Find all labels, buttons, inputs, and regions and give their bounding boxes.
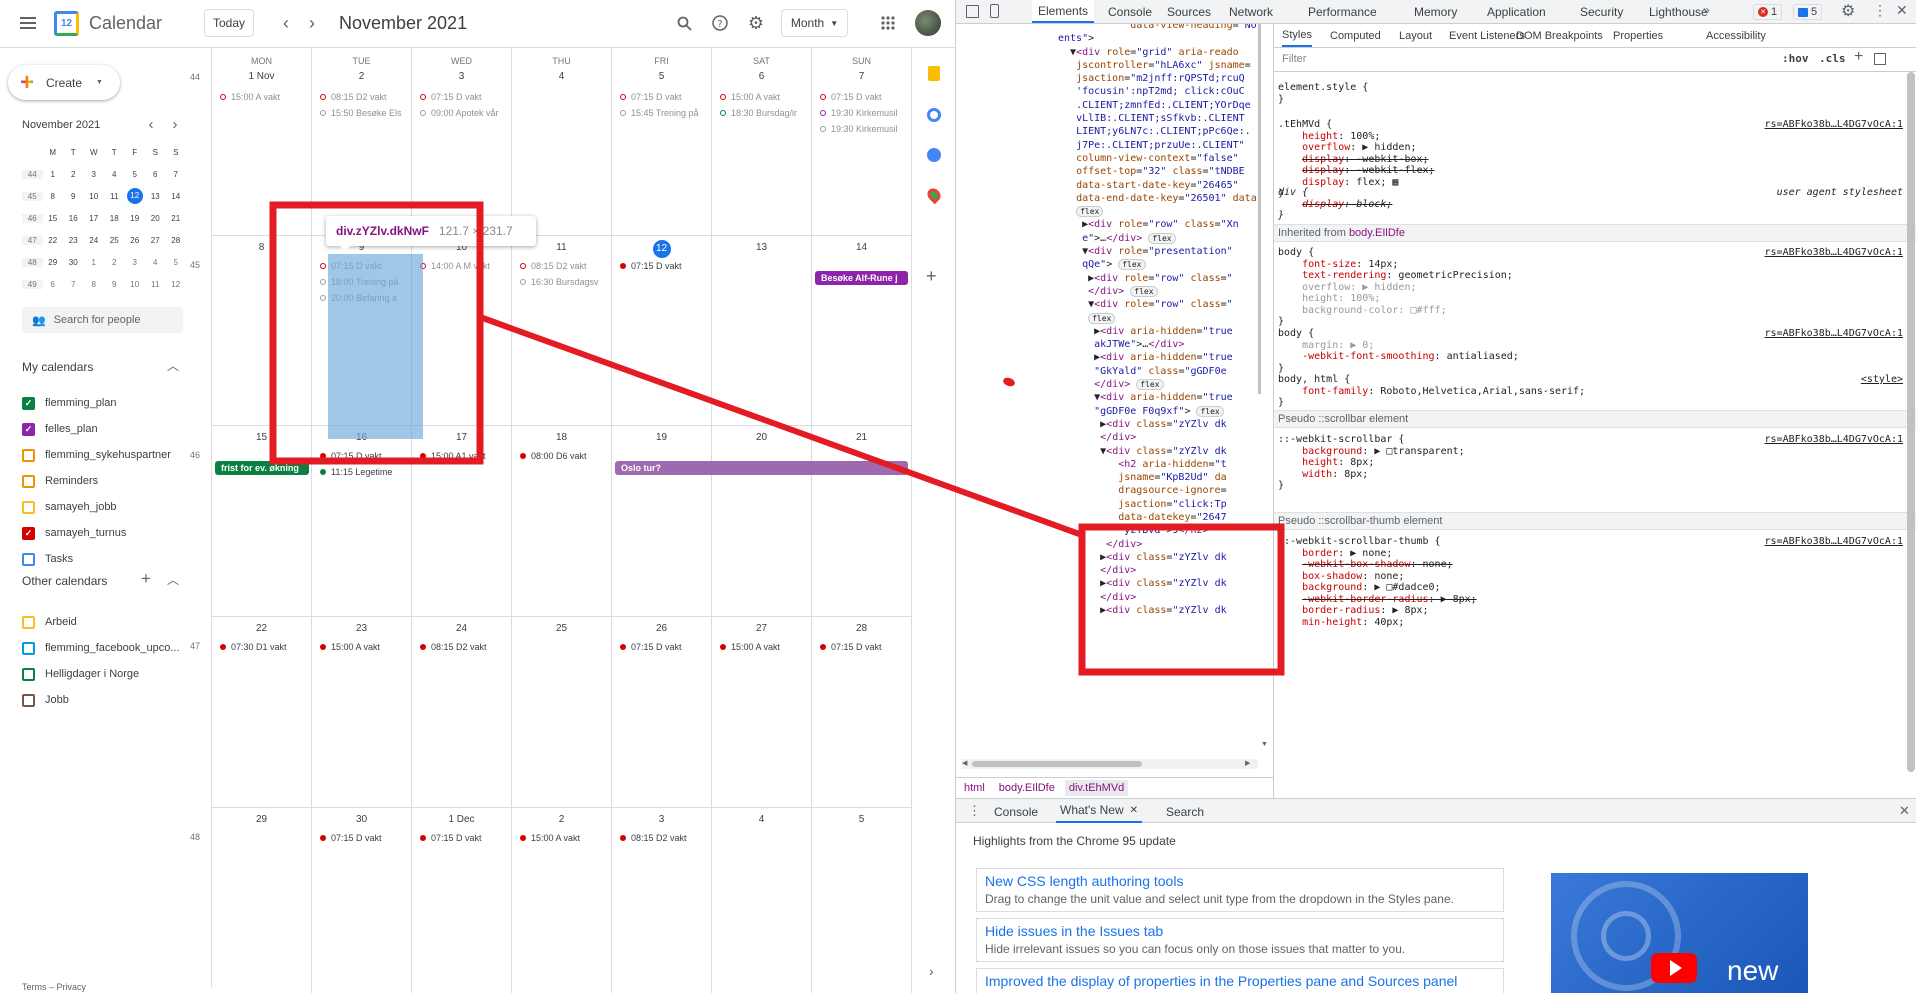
annotation-overlay: [269, 201, 1285, 676]
annotation-connector: [478, 314, 1084, 538]
annotation-box-calendar: [269, 201, 484, 465]
screenshot-root: 12 Calendar Today ‹ › November 2021 ? ⚙ …: [0, 0, 1916, 993]
annotation-box-devtools: [1078, 523, 1285, 676]
